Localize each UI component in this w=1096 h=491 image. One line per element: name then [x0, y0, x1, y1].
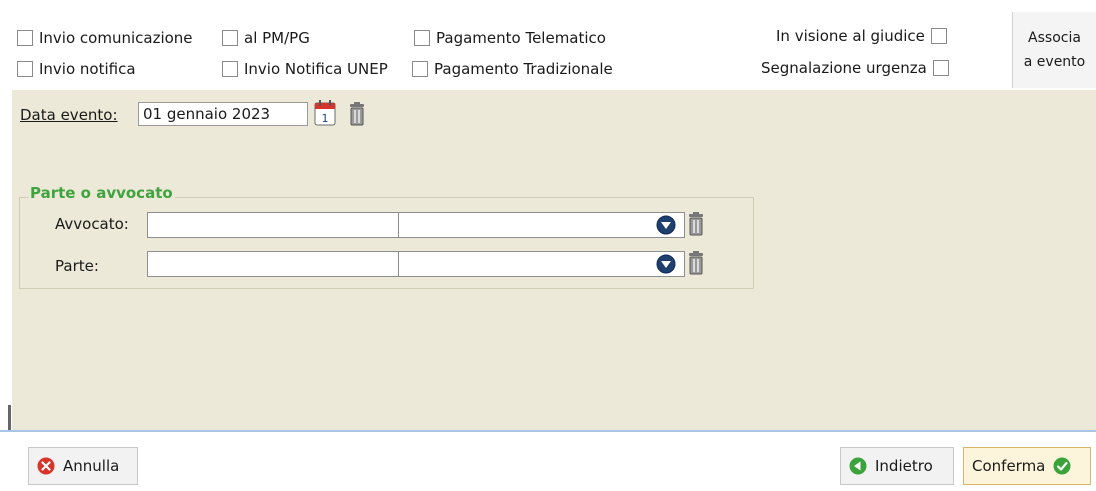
indietro-button[interactable]: Indietro: [840, 447, 954, 485]
checkbox-box[interactable]: [932, 60, 949, 76]
avvocato-field-1[interactable]: [147, 212, 399, 238]
associa-line1: Associa: [1028, 30, 1081, 46]
data-evento-input[interactable]: 01 gennaio 2023: [138, 102, 308, 126]
data-evento-label: Data evento:: [20, 106, 118, 124]
checkbox-invio-comunicazione[interactable]: Invio comunicazione: [17, 28, 193, 48]
cancel-icon: [37, 457, 55, 475]
checkbox-label: Invio comunicazione: [39, 29, 193, 47]
indietro-label: Indietro: [875, 457, 933, 475]
parte-field-1[interactable]: [147, 251, 399, 277]
parte-field-2[interactable]: [398, 251, 685, 277]
dropdown-icon[interactable]: [656, 215, 676, 235]
checkbox-label: Invio Notifica UNEP: [244, 60, 388, 78]
checkbox-box[interactable]: [930, 28, 947, 44]
dropdown-icon[interactable]: [656, 254, 676, 274]
checkbox-invio-notifica[interactable]: Invio notifica: [17, 59, 136, 79]
checkbox-label: Pagamento Tradizionale: [434, 60, 613, 78]
checkbox-label: Pagamento Telematico: [436, 29, 606, 47]
checkbox-box[interactable]: [17, 30, 33, 46]
back-icon: [849, 457, 867, 475]
checkbox-box[interactable]: [414, 30, 430, 46]
checkbox-label: In visione al giudice: [776, 27, 925, 45]
checkbox-segnalazione-urgenza[interactable]: Segnalazione urgenza: [761, 58, 949, 78]
checkbox-pagamento-telematico[interactable]: Pagamento Telematico: [414, 28, 606, 48]
group-legend: Parte o avvocato: [28, 184, 175, 202]
conferma-label: Conferma: [972, 457, 1046, 475]
checkbox-box[interactable]: [222, 61, 238, 77]
checkbox-box[interactable]: [222, 30, 238, 46]
trash-icon[interactable]: [348, 102, 366, 126]
calendar-day: 1: [322, 112, 329, 125]
conferma-button[interactable]: Conferma: [963, 447, 1091, 485]
checkbox-label: Invio notifica: [39, 60, 136, 78]
associa-evento-button[interactable]: Associa a evento: [1012, 12, 1096, 88]
parte-label: Parte:: [55, 257, 99, 275]
scroll-edge: [8, 405, 11, 430]
checkbox-label: al PM/PG: [244, 29, 310, 47]
trash-icon[interactable]: [687, 212, 705, 236]
checkbox-label: Segnalazione urgenza: [761, 59, 927, 77]
checkbox-box[interactable]: [17, 61, 33, 77]
checkbox-al-pm-pg[interactable]: al PM/PG: [222, 28, 310, 48]
annulla-button[interactable]: Annulla: [28, 447, 138, 485]
check-icon: [1053, 457, 1071, 475]
avvocato-field-2[interactable]: [398, 212, 685, 238]
calendar-icon[interactable]: 1: [314, 100, 336, 126]
checkbox-box[interactable]: [412, 61, 428, 77]
trash-icon[interactable]: [687, 251, 705, 275]
associa-line2: a evento: [1023, 54, 1086, 70]
annulla-label: Annulla: [63, 457, 120, 475]
checkbox-in-visione-giudice[interactable]: In visione al giudice: [776, 26, 947, 46]
avvocato-label: Avvocato:: [55, 215, 129, 233]
checkbox-pagamento-tradizionale[interactable]: Pagamento Tradizionale: [412, 59, 613, 79]
checkbox-invio-notifica-unep[interactable]: Invio Notifica UNEP: [222, 59, 388, 79]
